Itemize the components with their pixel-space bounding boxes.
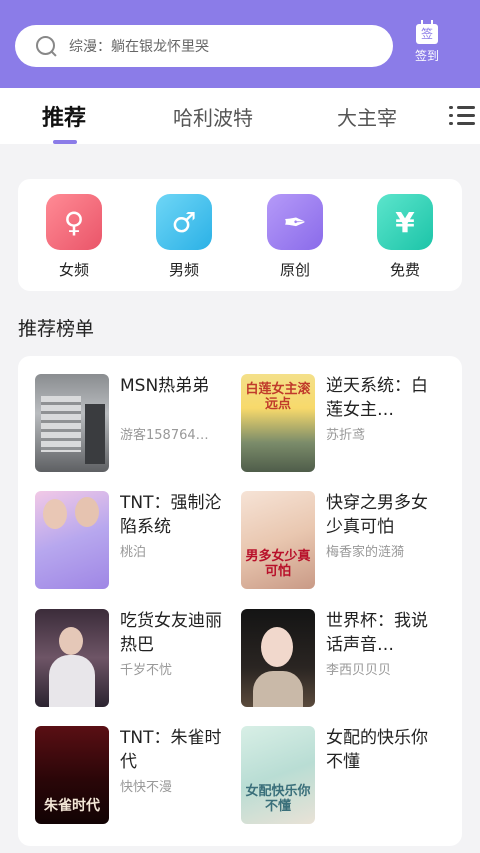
book-item[interactable]: 男多女少真可怕 快穿之男多女少真可怕 梅香家的涟漪 <box>241 491 451 591</box>
category-original[interactable]: ✒ 原创 <box>255 194 335 280</box>
sign-in-label: 签到 <box>414 49 439 63</box>
search-placeholder: 综漫：躺在银龙怀里哭 <box>69 39 209 55</box>
book-item[interactable]: 白莲女主滚远点 逆天系统：白莲女主… 苏折鸢 <box>241 374 451 474</box>
book-author: 梅香家的涟漪 <box>326 545 405 560</box>
book-item[interactable]: 世界杯：我说话声音… 李西贝贝贝 <box>241 609 451 709</box>
category-label: 女频 <box>58 261 89 279</box>
book-cover: 男多女少真可怕 <box>241 491 315 589</box>
pen-icon: ✒ <box>267 194 323 250</box>
category-male[interactable]: ♂ 男频 <box>144 194 224 280</box>
book-cover <box>241 609 315 707</box>
book-title: 快穿之男多女少真可怕 <box>326 493 428 537</box>
book-cover <box>35 609 109 707</box>
book-title: 吃货女友迪丽热巴 <box>120 611 222 655</box>
book-item[interactable]: 朱雀时代 TNT：朱雀时代 快快不漫 <box>35 726 245 826</box>
category-label: 免费 <box>389 261 420 279</box>
book-author: 快快不漫 <box>120 780 173 795</box>
yen-icon: ¥ <box>377 194 433 250</box>
book-item[interactable]: MSN热弟弟 游客158764… <box>35 374 245 474</box>
sign-in-button[interactable]: 签 签到 <box>405 20 449 70</box>
tab-da-zhu-zai[interactable]: 大主宰 <box>337 102 397 131</box>
book-title: 女配的快乐你不懂 <box>326 728 428 772</box>
book-cover: 朱雀时代 <box>35 726 109 824</box>
book-cover <box>35 491 109 589</box>
book-title: MSN热弟弟 <box>120 376 210 396</box>
book-item[interactable]: 吃货女友迪丽热巴 千岁不忧 <box>35 609 245 709</box>
book-author: 游客158764… <box>120 428 209 443</box>
category-female[interactable]: ♀ 女频 <box>34 194 114 280</box>
calendar-icon: 签 <box>416 20 438 44</box>
book-item[interactable]: 女配快乐你不懂 女配的快乐你不懂 <box>241 726 451 826</box>
book-item[interactable]: TNT：强制沦陷系统 桃泊 <box>35 491 245 591</box>
category-card: ♀ 女频 ♂ 男频 ✒ 原创 ¥ 免费 <box>18 179 462 291</box>
book-title: TNT：强制沦陷系统 <box>120 493 222 537</box>
section-title: 推荐榜单 <box>18 318 95 340</box>
tab-harry-potter[interactable]: 哈利波特 <box>173 102 253 131</box>
category-label: 原创 <box>279 261 310 279</box>
book-author: 苏折鸢 <box>326 428 366 443</box>
female-icon: ♀ <box>46 194 102 250</box>
book-cover: 女配快乐你不懂 <box>241 726 315 824</box>
book-cover <box>35 374 109 472</box>
search-icon <box>35 35 57 57</box>
tab-recommend[interactable]: 推荐 <box>42 100 86 132</box>
category-free[interactable]: ¥ 免费 <box>365 194 445 280</box>
book-title: 世界杯：我说话声音… <box>326 611 428 655</box>
top-header: 综漫：躺在银龙怀里哭 签 签到 <box>0 0 480 88</box>
male-icon: ♂ <box>156 194 212 250</box>
tab-bar: 推荐 哈利波特 大主宰 <box>0 88 480 144</box>
search-bar[interactable]: 综漫：躺在银龙怀里哭 <box>15 25 393 67</box>
book-author: 李西贝贝贝 <box>326 663 392 678</box>
book-title: TNT：朱雀时代 <box>120 728 222 772</box>
category-label: 男频 <box>168 261 199 279</box>
menu-icon[interactable] <box>449 105 475 127</box>
book-cover: 白莲女主滚远点 <box>241 374 315 472</box>
book-author: 桃泊 <box>120 545 147 560</box>
active-tab-indicator <box>53 140 77 144</box>
book-author: 千岁不忧 <box>120 663 173 678</box>
ranking-list: MSN热弟弟 游客158764… 白莲女主滚远点 逆天系统：白莲女主… 苏折鸢 … <box>18 356 462 846</box>
book-title: 逆天系统：白莲女主… <box>326 376 428 420</box>
